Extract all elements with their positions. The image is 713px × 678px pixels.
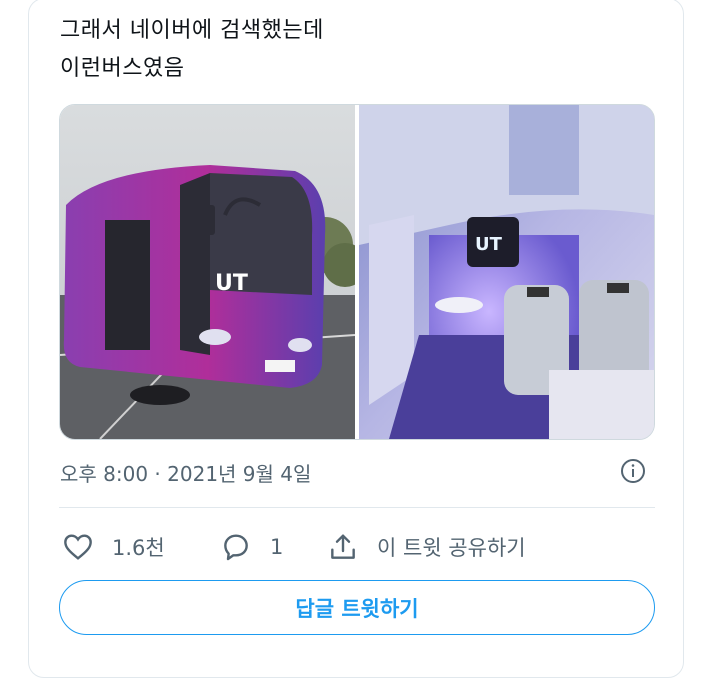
like-button[interactable]: 1.6천: [62, 530, 165, 564]
media-grid: UT UT: [59, 104, 655, 440]
tweet-timestamp[interactable]: 오후 8:00 · 2021년 9월 4일: [60, 458, 311, 487]
bus-logo-text: UT: [215, 271, 248, 296]
like-count: 1.6천: [112, 536, 165, 560]
share-label: 이 트윗 공유하기: [377, 536, 526, 560]
media-image-bus-interior[interactable]: UT: [359, 105, 654, 439]
tweet-text-line: 그래서 네이버에 검색했는데: [60, 18, 324, 43]
reply-tweet-button[interactable]: 답글 트윗하기: [59, 580, 655, 635]
reply-action-button[interactable]: 1: [220, 530, 283, 564]
tweet-text: 그래서 네이버에 검색했는데 이런버스였음: [60, 12, 324, 88]
info-icon[interactable]: [620, 458, 646, 484]
interior-logo-text: UT: [475, 234, 503, 255]
reply-count: 1: [270, 535, 284, 559]
share-button[interactable]: 이 트윗 공유하기: [327, 530, 526, 564]
media-image-bus-exterior[interactable]: UT: [60, 105, 355, 439]
tweet-text-line: 이런버스였음: [60, 56, 185, 81]
share-icon: [331, 534, 355, 559]
reply-bubble-icon: [224, 534, 248, 561]
divider: [59, 507, 655, 508]
heart-icon: [64, 534, 92, 560]
